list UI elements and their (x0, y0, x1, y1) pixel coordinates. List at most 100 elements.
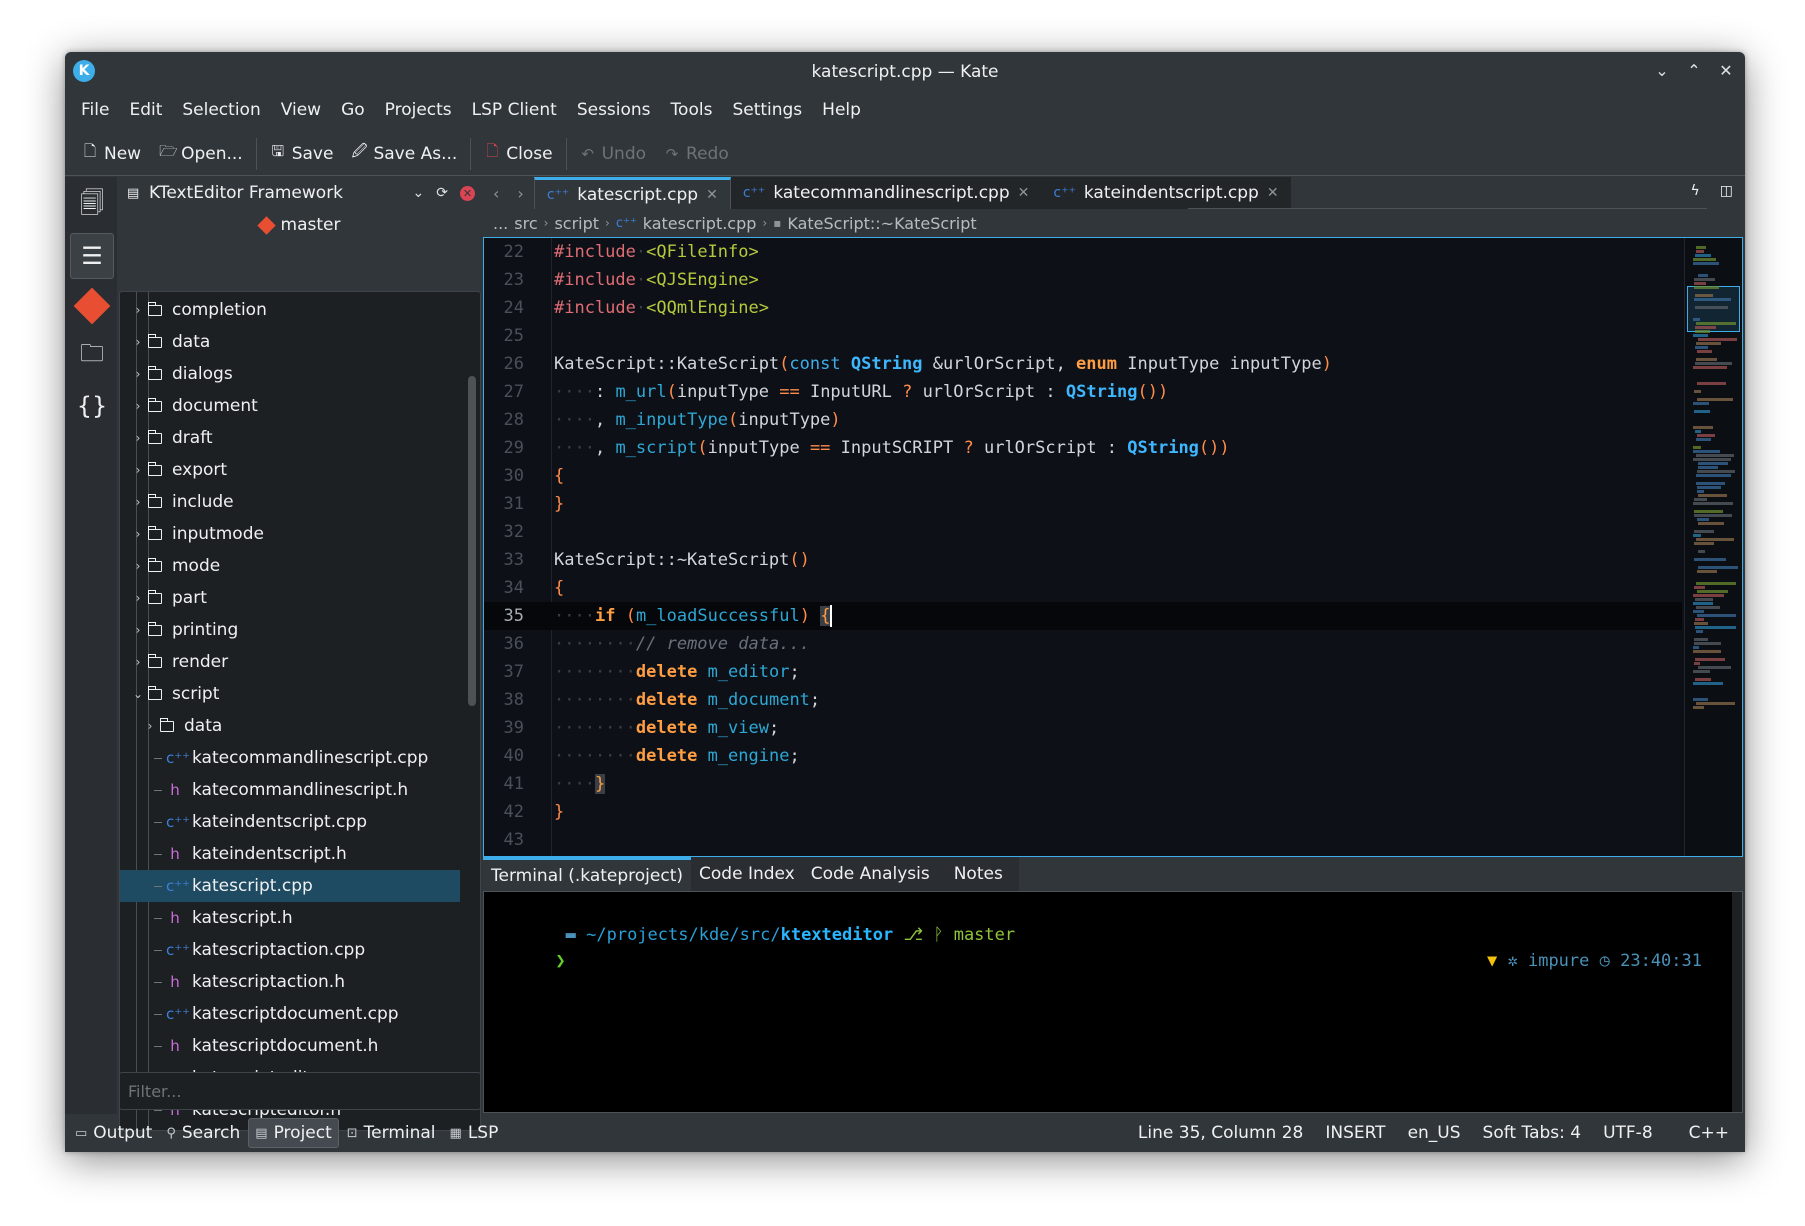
filter-input[interactable]: Filter... (119, 1072, 481, 1110)
toolview-button-project[interactable]: ▤ Project (248, 1118, 339, 1148)
chevron-right-icon[interactable]: › (132, 463, 144, 477)
chevron-right-icon[interactable]: › (132, 623, 144, 637)
chevron-right-icon[interactable]: › (132, 335, 144, 349)
undo-button[interactable]: ↶ Undo (571, 140, 655, 168)
tree-folder-item[interactable]: › mode (120, 550, 460, 582)
filesystem-panel-button[interactable]: 🗀 (70, 333, 114, 379)
code-line[interactable]: 25 (484, 322, 1682, 350)
save-as-button[interactable]: 🖉 Save As... (342, 137, 466, 170)
tree-folder-item[interactable]: › include (120, 486, 460, 518)
open-button[interactable]: 🗁 Open... (150, 137, 252, 170)
menu-edit[interactable]: Edit (119, 100, 172, 120)
tab-katecommandlinescript-cpp[interactable]: c⁺⁺ katecommandlinescript.cpp ✕ (730, 177, 1042, 209)
tree-file-item[interactable]: c⁺⁺ katecommandlinescript.cpp (120, 742, 460, 774)
menu-sessions[interactable]: Sessions (567, 100, 661, 120)
quick-open-icon[interactable]: ϟ (1691, 183, 1700, 199)
code-line[interactable]: 24 #include·<QQmlEngine> (484, 294, 1682, 322)
save-button[interactable]: 🖫 Save (261, 137, 343, 170)
tree-file-item[interactable]: c⁺⁺ katescriptaction.cpp (120, 934, 460, 966)
syntax-mode[interactable]: C++ (1689, 1123, 1729, 1143)
chevron-right-icon[interactable]: › (132, 431, 144, 445)
tab-notes[interactable]: Notes (937, 857, 1019, 891)
code-line[interactable]: 39 ········delete m_view; (484, 714, 1682, 742)
menu-file[interactable]: File (71, 100, 119, 120)
split-view-icon[interactable]: ◫ (1720, 183, 1733, 199)
tree-folder-item[interactable]: › data (120, 710, 460, 742)
tab-katescript-cpp[interactable]: c⁺⁺ katescript.cpp ✕ (533, 177, 731, 209)
input-mode[interactable]: INSERT (1325, 1123, 1385, 1143)
chevron-right-icon[interactable]: › (144, 719, 156, 733)
code-line[interactable]: 36 ········// remove data... (484, 630, 1682, 658)
close-tab-icon[interactable]: ✕ (1018, 185, 1030, 201)
kate-app-icon[interactable]: K (73, 60, 95, 82)
toolview-button-lsp[interactable]: ▦ LSP (444, 1119, 505, 1147)
code-line[interactable]: 30 { (484, 462, 1682, 490)
code-line[interactable]: 37 ········delete m_editor; (484, 658, 1682, 686)
tree-file-item[interactable]: h kateindentscript.h (120, 838, 460, 870)
tree-folder-item[interactable]: › data (120, 326, 460, 358)
close-window-button[interactable]: ✕ (1717, 58, 1735, 84)
tree-folder-item[interactable]: › completion (120, 294, 460, 326)
git-panel-button[interactable] (70, 283, 114, 329)
breadcrumb-script[interactable]: script (554, 214, 599, 233)
code-line[interactable]: 40 ········delete m_engine; (484, 742, 1682, 770)
tree-folder-item[interactable]: › document (120, 390, 460, 422)
menu-tools[interactable]: Tools (661, 100, 723, 120)
tab-code-analysis[interactable]: Code Analysis (802, 857, 938, 891)
code-line[interactable]: 23 #include·<QJSEngine> (484, 266, 1682, 294)
tree-file-item[interactable]: h katescript.h (120, 902, 460, 934)
project-selector[interactable]: KTextEditor Framework (149, 183, 343, 203)
tree-folder-item[interactable]: › dialogs (120, 358, 460, 390)
tree-folder-item[interactable]: › draft (120, 422, 460, 454)
chevron-right-icon[interactable]: › (132, 591, 144, 605)
breadcrumb-ellipsis[interactable]: ... (493, 214, 508, 233)
symbols-panel-button[interactable]: {} (70, 383, 114, 429)
git-branch-button[interactable]: master (117, 209, 483, 241)
chevron-down-icon[interactable]: ⌄ (132, 687, 144, 701)
tree-folder-item[interactable]: › printing (120, 614, 460, 646)
code-line[interactable]: 27 ····: m_url(inputType == InputURL ? ur… (484, 378, 1682, 406)
chevron-right-icon[interactable]: › (132, 655, 144, 669)
toolview-button-terminal[interactable]: ⊡ Terminal (341, 1119, 442, 1147)
code-line[interactable]: 29 ····, m_script(inputType == InputSCRIP… (484, 434, 1682, 462)
tab-terminal-kateproject[interactable]: Terminal (.kateproject) (483, 857, 692, 891)
breadcrumb-symbol[interactable]: KateScript::~KateScript (787, 214, 976, 233)
code-line[interactable]: 32 (484, 518, 1682, 546)
breadcrumb-file[interactable]: katescript.cpp (643, 214, 757, 233)
indentation-settings[interactable]: Soft Tabs: 4 (1483, 1123, 1582, 1143)
breadcrumb-src[interactable]: src (514, 214, 537, 233)
minimap-scrollbar[interactable] (1684, 238, 1742, 856)
tree-scrollbar[interactable] (468, 376, 476, 706)
code-line[interactable]: 33 KateScript::~KateScript() (484, 546, 1682, 574)
new-button[interactable]: 🗋 New (73, 137, 150, 170)
chevron-right-icon[interactable]: › (132, 399, 144, 413)
close-tab-icon[interactable]: ✕ (706, 187, 718, 203)
chevron-right-icon[interactable]: › (132, 527, 144, 541)
tree-folder-item[interactable]: › inputmode (120, 518, 460, 550)
chevron-right-icon[interactable]: › (132, 367, 144, 381)
code-line[interactable]: 22 #include·<QFileInfo> (484, 238, 1682, 266)
code-line[interactable]: 26 KateScript::KateScript(const QString &… (484, 350, 1682, 378)
chevron-right-icon[interactable]: › (132, 303, 144, 317)
close-tab-icon[interactable]: ✕ (1267, 185, 1279, 201)
code-line[interactable]: 43 (484, 826, 1682, 854)
close-project-icon[interactable]: ✕ (460, 185, 475, 201)
tree-folder-item[interactable]: › render (120, 646, 460, 678)
menu-projects[interactable]: Projects (375, 100, 462, 120)
code-line[interactable]: 41 ····} (484, 770, 1682, 798)
minimize-button[interactable]: ⌄ (1653, 58, 1671, 84)
code-line[interactable]: 42} (484, 798, 1682, 826)
file-encoding[interactable]: UTF-8 (1603, 1123, 1653, 1143)
code-line[interactable]: 31} (484, 490, 1682, 518)
tree-folder-item[interactable]: › export (120, 454, 460, 486)
tree-file-item[interactable]: c⁺⁺ katescript.cpp (120, 870, 460, 902)
menu-help[interactable]: Help (812, 100, 871, 120)
tab-kateindentscript-cpp[interactable]: c⁺⁺ kateindentscript.cpp ✕ (1041, 177, 1291, 209)
tree-folder-item[interactable]: ⌄ script (120, 678, 460, 710)
code-line[interactable]: 35 ····if (m_loadSuccessful) { (484, 602, 1682, 630)
code-editor[interactable]: 22 #include·<QFileInfo> 23 #include·<QJSEng… (483, 237, 1743, 857)
back-arrow-icon[interactable]: ‹ (493, 184, 499, 203)
project-dropdown-chevron-icon[interactable]: ⌄ (413, 185, 425, 201)
cursor-position[interactable]: Line 35, Column 28 (1138, 1123, 1303, 1143)
documents-panel-button[interactable]: 🗐 (70, 183, 114, 229)
